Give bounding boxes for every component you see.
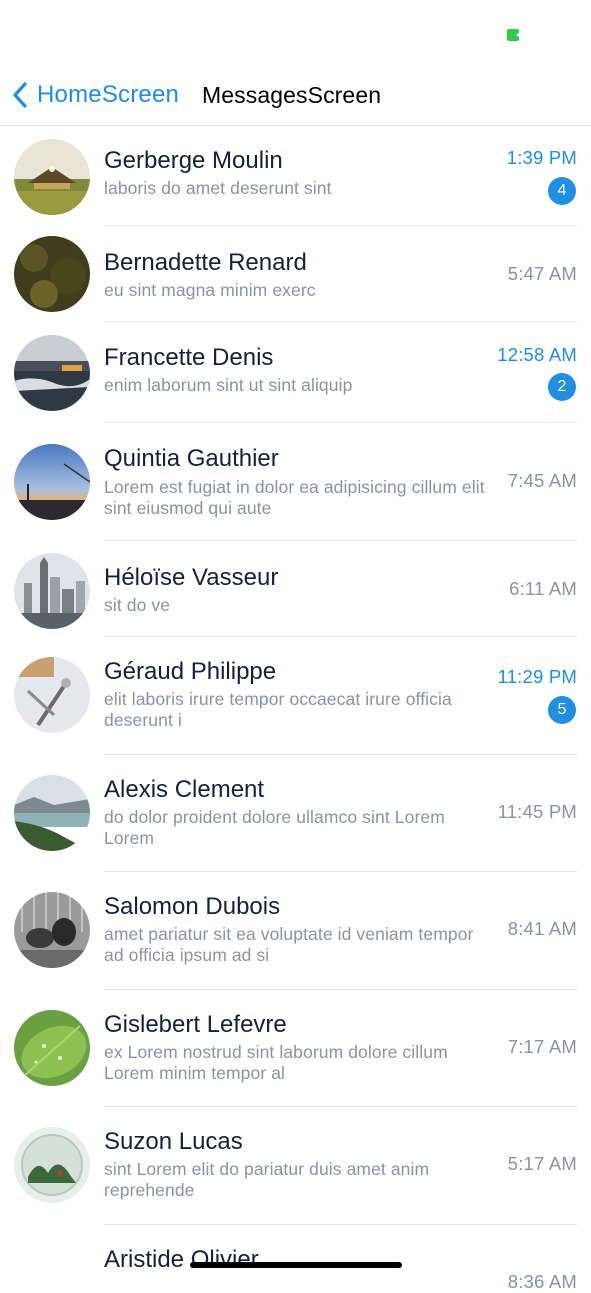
contact-name: Francette Denis	[104, 344, 274, 371]
conversation-row-alexis-clement[interactable]: Alexis Clement do dolor proident dolore …	[0, 755, 591, 872]
avatar	[14, 1010, 90, 1086]
message-preview: Lorem est fugiat in dolor ea adipisicing…	[104, 477, 485, 518]
avatar	[14, 657, 90, 733]
page-title: MessagesScreen	[202, 82, 382, 108]
contact-name: Gislebert Lefevre	[104, 1011, 287, 1038]
unread-badge: 4	[548, 177, 576, 205]
back-button-label: HomeScreen	[37, 81, 180, 108]
conversation-row-geraud-philippe[interactable]: Géraud Philippe elit laboris irure tempo…	[0, 637, 591, 755]
message-preview: laboris do amet deserunt sint	[104, 178, 332, 198]
avatar	[14, 139, 90, 215]
message-time: 12:58 AM	[497, 344, 577, 365]
message-time: 5:17 AM	[507, 1153, 577, 1174]
conversation-row-bernadette-renard[interactable]: Bernadette Renard eu sint magna minim ex…	[0, 226, 591, 322]
contact-name: Salomon Dubois	[104, 893, 281, 920]
conversation-row-salomon-dubois[interactable]: Salomon Dubois amet pariatur sit ea volu…	[0, 872, 591, 990]
conversation-row-heloise-vasseur[interactable]: Héloïse Vasseur sit do ve 6:11 AM	[0, 541, 591, 637]
message-time: 8:41 AM	[507, 918, 577, 939]
avatar	[14, 1127, 90, 1203]
contact-name: Bernadette Renard	[104, 249, 307, 276]
contact-name: Aristide Olivier	[104, 1246, 259, 1273]
contact-name: Gerberge Moulin	[104, 147, 283, 174]
avatar	[14, 892, 90, 968]
message-time: 1:39 PM	[506, 147, 577, 168]
message-preview: ex Lorem nostrud sint laborum dolore cil…	[104, 1042, 448, 1083]
message-preview: enim laborum sint ut sint aliquip	[104, 375, 353, 395]
home-indicator	[190, 1262, 402, 1268]
message-time: 5:47 AM	[507, 263, 577, 284]
conversation-row-gislebert-lefevre[interactable]: Gislebert Lefevre ex Lorem nostrud sint …	[0, 990, 591, 1107]
navigation-bar: HomeScreen MessagesScreen	[0, 60, 591, 126]
avatar	[14, 775, 90, 851]
avatar	[14, 335, 90, 411]
message-time: 7:45 AM	[507, 470, 577, 491]
back-button[interactable]: HomeScreen	[10, 77, 179, 113]
conversation-row-aristide-olivier[interactable]: Aristide Olivier 8:36 AM	[0, 1225, 591, 1292]
message-time: 11:45 PM	[497, 801, 577, 822]
unread-badge: 2	[548, 373, 576, 401]
message-preview: eu sint magna minim exerc	[104, 280, 316, 300]
contact-name: Quintia Gauthier	[104, 445, 279, 472]
status-bar	[0, 0, 591, 60]
message-preview: amet pariatur sit ea voluptate id veniam…	[104, 924, 474, 965]
conversation-row-gerberge-moulin[interactable]: Gerberge Moulin laboris do amet deserunt…	[0, 127, 591, 226]
avatar	[14, 553, 90, 629]
conversation-row-quintia-gauthier[interactable]: Quintia Gauthier Lorem est fugiat in dol…	[0, 423, 591, 541]
avatar	[14, 236, 90, 312]
contact-name: Alexis Clement	[104, 776, 265, 803]
message-preview: do dolor proident dolore ullamco sint Lo…	[104, 807, 445, 848]
message-time: 6:11 AM	[509, 578, 577, 599]
contact-name: Suzon Lucas	[104, 1128, 243, 1155]
message-time: 11:29 PM	[497, 666, 577, 687]
battery-icon	[507, 29, 520, 41]
message-preview: elit laboris irure tempor occaecat irure…	[104, 689, 452, 730]
message-time: 7:17 AM	[507, 1036, 577, 1057]
contact-name: Géraud Philippe	[104, 658, 277, 685]
message-preview: sint Lorem elit do pariatur duis amet an…	[104, 1159, 430, 1200]
message-preview: sit do ve	[104, 595, 171, 615]
conversation-row-suzon-lucas[interactable]: Suzon Lucas sint Lorem elit do pariatur …	[0, 1107, 591, 1225]
chevron-left-icon	[13, 82, 27, 108]
contact-name: Héloïse Vasseur	[104, 564, 279, 591]
unread-badge: 5	[548, 696, 576, 724]
avatar	[14, 444, 90, 520]
conversation-row-francette-denis[interactable]: Francette Denis enim laborum sint ut sin…	[0, 322, 591, 423]
message-time: 8:36 AM	[507, 1271, 577, 1292]
